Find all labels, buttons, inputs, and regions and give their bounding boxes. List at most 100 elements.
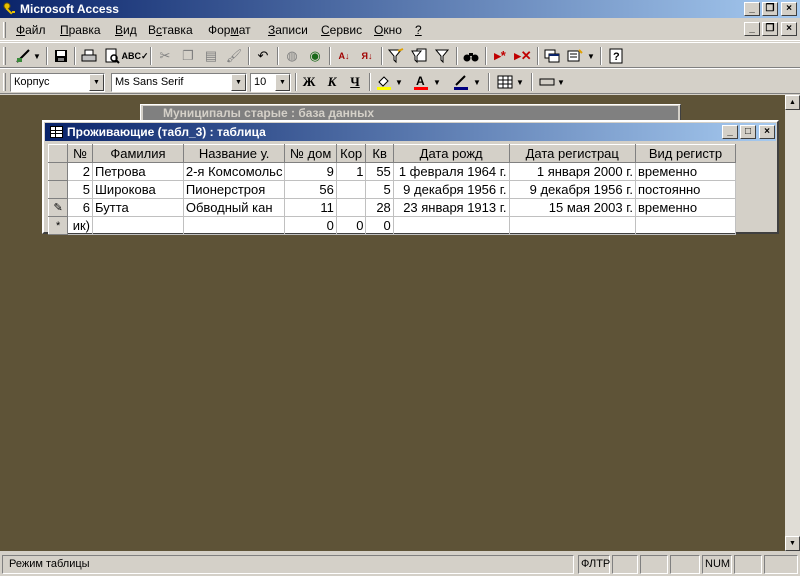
print-icon[interactable] [78, 46, 100, 66]
table-close-button[interactable]: × [759, 125, 775, 139]
table-cell[interactable]: 6 [67, 198, 94, 217]
table-cell[interactable]: 1 января 2000 г. [509, 162, 636, 181]
view-dropdown-arrow[interactable]: ▼ [32, 46, 42, 66]
restore-button[interactable]: ❐ [762, 2, 778, 16]
help-icon[interactable]: ? [605, 46, 627, 66]
column-header[interactable]: Дата регистрац [508, 144, 636, 163]
fill-color-dropdown-arrow[interactable]: ▼ [394, 72, 404, 92]
special-effect-icon[interactable] [536, 72, 558, 92]
table-cell[interactable]: Бутта [92, 198, 184, 217]
chevron-down-icon[interactable]: ▼ [275, 74, 290, 91]
table-cell[interactable] [336, 180, 367, 199]
record-selector[interactable] [47, 180, 69, 199]
undo-icon[interactable]: ↶ [252, 46, 274, 66]
datasheet-grid[interactable]: № Фамилия Название у. № дом Кор Кв Дата … [47, 144, 737, 235]
font-color-dropdown-arrow[interactable]: ▼ [432, 72, 442, 92]
close-button[interactable]: × [781, 2, 797, 16]
sort-ascending-icon[interactable]: A↓ [333, 46, 355, 66]
table-cell[interactable]: 2-я Комсомольс [183, 162, 286, 181]
paste-icon[interactable]: ▤ [200, 46, 222, 66]
chevron-down-icon[interactable]: ▼ [231, 74, 246, 91]
gridlines-icon[interactable] [494, 72, 516, 92]
menu-file[interactable]: Файл [16, 23, 46, 37]
column-header[interactable]: Кв [365, 144, 394, 163]
font-size-combo[interactable]: 10 ▼ [250, 73, 291, 92]
filter-by-form-icon[interactable] [408, 46, 430, 66]
toolbar-grip[interactable] [3, 47, 6, 65]
spelling-icon[interactable]: ABC✓ [121, 46, 148, 66]
table-cell[interactable]: 0 [365, 216, 394, 235]
record-selector[interactable] [47, 162, 69, 181]
active-table-cell[interactable] [335, 198, 367, 217]
table-cell[interactable]: Широкова [92, 180, 184, 199]
save-icon[interactable] [50, 46, 72, 66]
table-cell[interactable]: постоянно [635, 180, 737, 199]
record-selector-editing-icon[interactable]: ✎ [47, 198, 69, 217]
menu-records[interactable]: Записи [268, 23, 308, 37]
toolbar-grip[interactable] [3, 73, 6, 91]
menu-insert[interactable]: Вставка [148, 23, 193, 37]
column-header[interactable]: № [67, 144, 94, 163]
column-header[interactable]: Вид регистр [634, 144, 737, 163]
table-cell[interactable]: 1 [336, 162, 367, 181]
table-cell[interactable]: ик) [67, 216, 94, 235]
table-cell[interactable] [509, 216, 636, 235]
menu-edit[interactable]: Правка [60, 23, 101, 37]
column-header[interactable]: Название у. [182, 144, 286, 163]
web-toolbar-icon[interactable]: ◉ [304, 46, 326, 66]
table-cell[interactable]: 9 [284, 162, 337, 181]
insert-hyperlink-icon[interactable]: ◍ [281, 46, 303, 66]
scroll-down-icon[interactable]: ▼ [785, 536, 800, 551]
column-header[interactable]: Кор [335, 144, 367, 163]
table-cell[interactable] [92, 216, 184, 235]
table-cell[interactable] [393, 216, 510, 235]
new-object-dropdown-arrow[interactable]: ▼ [586, 46, 596, 66]
table-maximize-button[interactable]: □ [740, 125, 756, 139]
column-header[interactable]: № дом [284, 144, 337, 163]
delete-record-icon[interactable]: ▸✕ [512, 46, 534, 66]
filter-by-selection-icon[interactable] [385, 46, 407, 66]
line-color-dropdown-arrow[interactable]: ▼ [472, 72, 482, 92]
table-cell[interactable]: Обводный кан [183, 198, 286, 217]
table-cell[interactable]: 2 [67, 162, 94, 181]
table-cell[interactable]: Пионерстроя [183, 180, 286, 199]
table-row[interactable]: ✎ 6 Бутта Обводный кан 11 28 23 января 1… [47, 198, 737, 217]
table-cell[interactable]: 1 февраля 1964 г. [393, 162, 510, 181]
table-cell[interactable]: 5 [67, 180, 94, 199]
menu-format[interactable]: Формат [208, 23, 251, 37]
chevron-down-icon[interactable]: ▼ [89, 74, 104, 91]
column-header[interactable]: Дата рожд [392, 144, 510, 163]
copy-icon[interactable]: ❐ [177, 46, 199, 66]
font-color-icon[interactable]: A [410, 72, 432, 92]
find-icon[interactable] [460, 46, 482, 66]
font-combo[interactable]: Ms Sans Serif ▼ [111, 73, 247, 92]
vertical-scrollbar[interactable]: ▲ ▼ [785, 95, 800, 551]
new-object-icon[interactable] [564, 46, 586, 66]
bold-button[interactable]: Ж [298, 72, 320, 92]
table-cell[interactable]: временно [635, 198, 737, 217]
table-cell[interactable]: 23 января 1913 г. [393, 198, 510, 217]
menu-tools[interactable]: Сервис [321, 23, 362, 37]
new-record-asterisk-icon[interactable]: * [47, 216, 69, 235]
sort-descending-icon[interactable]: Я↓ [356, 46, 378, 66]
table-cell[interactable]: 9 декабря 1956 г. [509, 180, 636, 199]
table-cell[interactable]: 56 [284, 180, 337, 199]
table-cell[interactable] [635, 216, 737, 235]
table-row[interactable]: 2 Петрова 2-я Комсомольс 9 1 55 1 феврал… [47, 162, 737, 181]
table-cell[interactable]: временно [635, 162, 737, 181]
fill-color-icon[interactable] [373, 72, 395, 92]
table-cell[interactable]: 0 [284, 216, 337, 235]
cut-icon[interactable]: ✂ [154, 46, 176, 66]
print-preview-icon[interactable] [101, 46, 123, 66]
menu-window[interactable]: Окно [374, 23, 402, 37]
line-color-icon[interactable] [450, 72, 472, 92]
table-cell[interactable]: 15 мая 2003 г. [509, 198, 636, 217]
table-cell[interactable]: 28 [365, 198, 394, 217]
italic-button[interactable]: К [321, 72, 343, 92]
select-all-corner[interactable] [47, 144, 69, 163]
table-cell[interactable]: 0 [336, 216, 367, 235]
mdi-restore-button[interactable]: ❐ [762, 22, 778, 36]
new-record-icon[interactable]: ▸* [489, 46, 511, 66]
table-cell[interactable]: 55 [365, 162, 394, 181]
object-combo[interactable]: Корпус ▼ [10, 73, 105, 92]
